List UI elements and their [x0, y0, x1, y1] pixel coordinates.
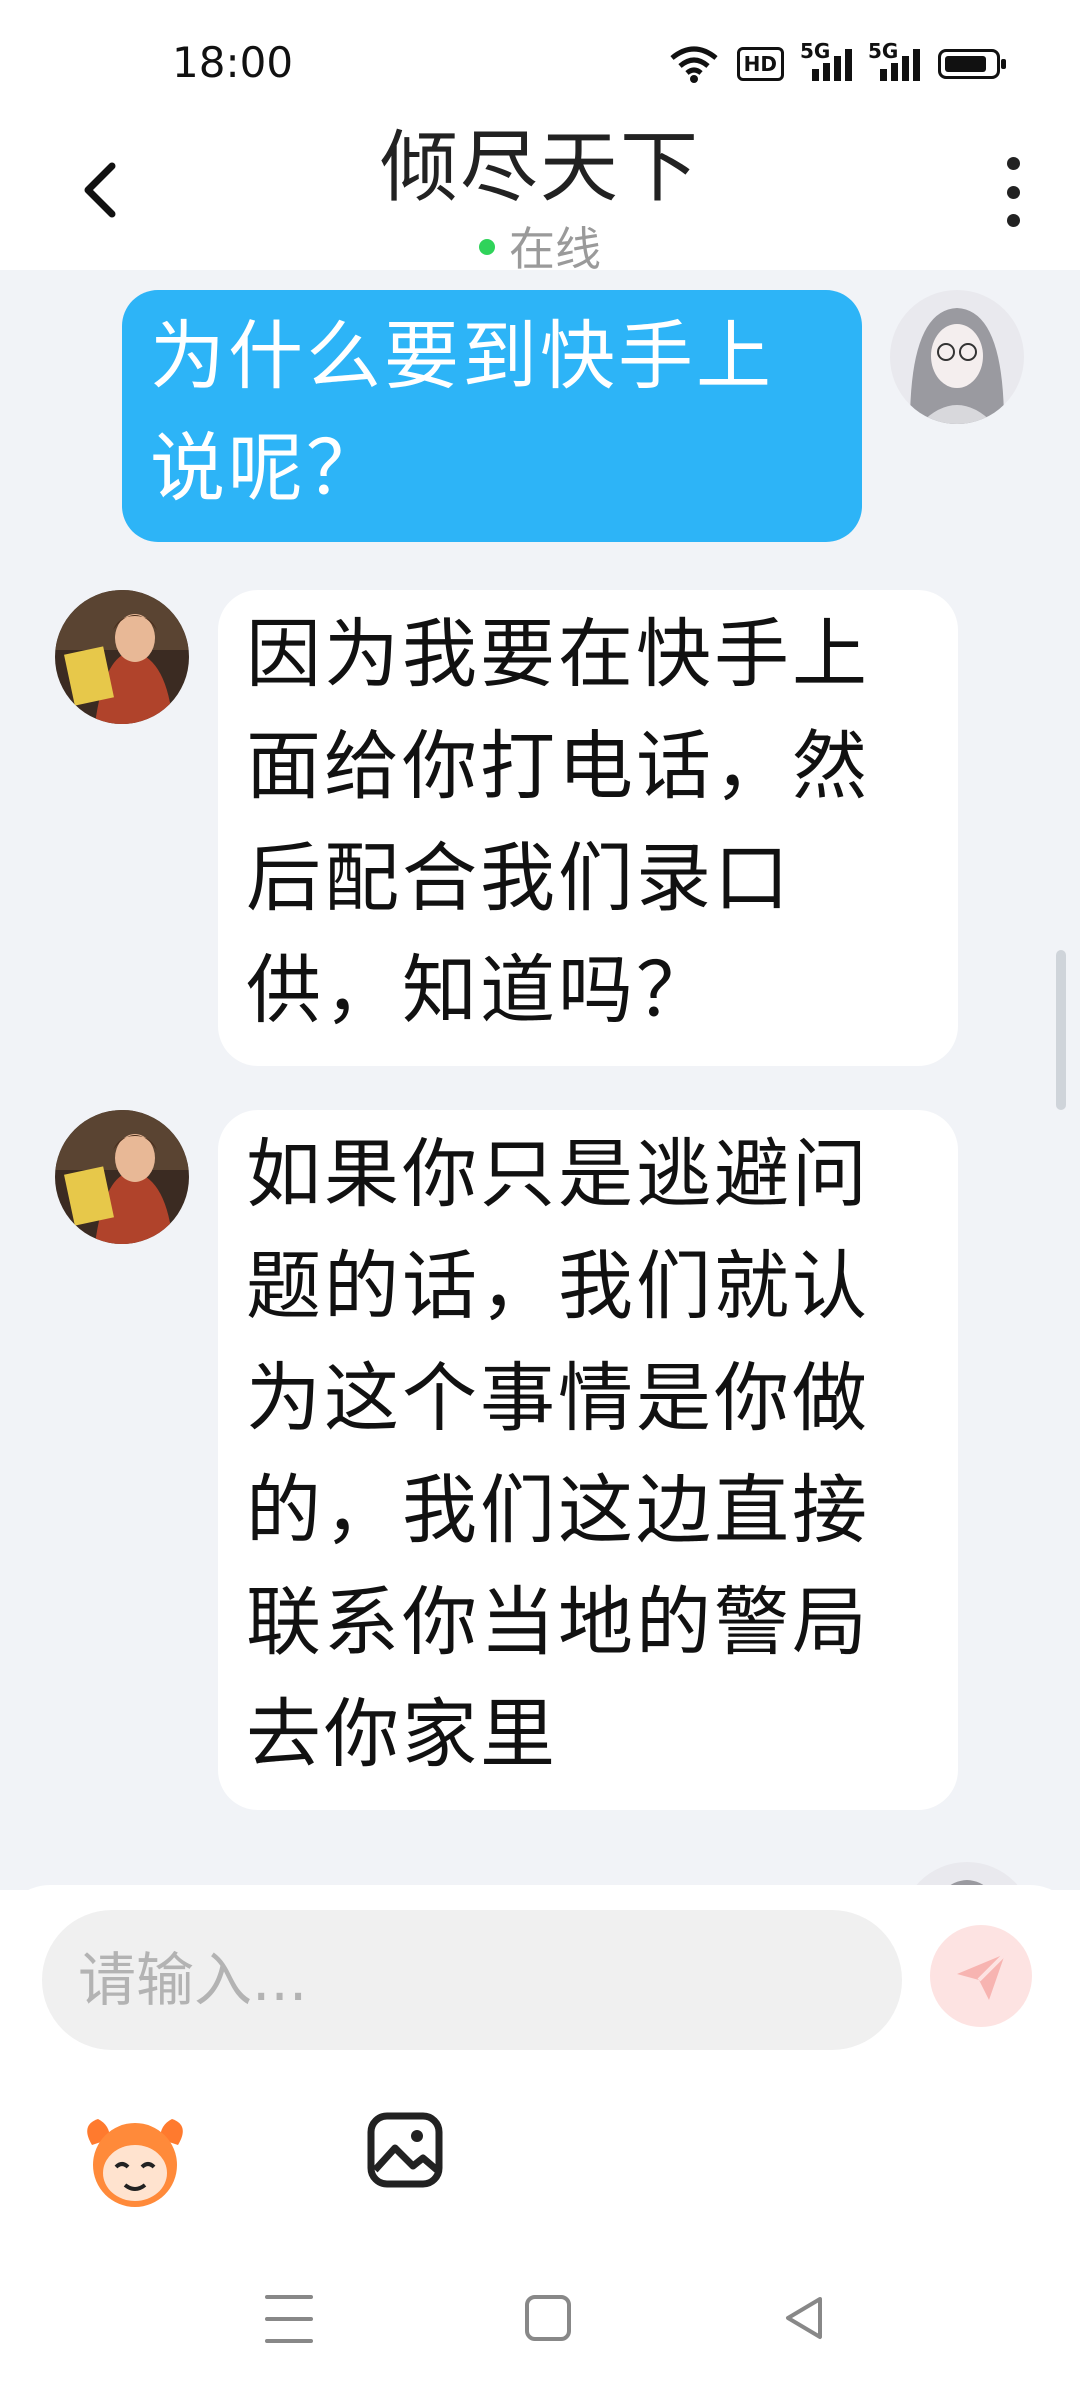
emoji-button[interactable] [80, 2105, 190, 2215]
more-options-button[interactable] [998, 157, 1028, 227]
signal-5g-icon: 5G [868, 39, 920, 81]
message-bubble[interactable]: 如果你只是逃避问 题的话，我们就认 为这个事情是你做 的，我们这边直接 联系你当… [218, 1110, 958, 1810]
message-composer [0, 1885, 1080, 2245]
signal-5g-icon: 5G [800, 39, 852, 81]
message-bubble[interactable]: 为什么要到快手上 说呢？ [122, 290, 862, 542]
emoji-mascot-icon [87, 2119, 183, 2207]
chat-header: 倾尽天下 在线 [0, 95, 1080, 276]
scrollbar[interactable] [1056, 950, 1066, 1110]
my-avatar[interactable] [890, 290, 1024, 424]
back-triangle-icon[interactable] [780, 2293, 830, 2343]
status-time: 18:00 [172, 38, 294, 87]
status-icons: HD 5G 5G [669, 39, 1006, 84]
message-bubble[interactable]: 因为我要在快手上 面给你打电话，然 后配合我们录口 供，知道吗？ [218, 590, 958, 1066]
send-button[interactable] [930, 1925, 1032, 2027]
menu-icon[interactable] [265, 2295, 313, 2343]
contact-avatar[interactable] [55, 590, 189, 724]
image-button[interactable] [365, 2110, 445, 2190]
presence-label: 在线 [509, 222, 601, 276]
home-icon[interactable] [525, 2295, 571, 2341]
contact-name: 倾尽天下 [379, 123, 700, 213]
contact-avatar[interactable] [55, 1110, 189, 1244]
online-dot-icon [479, 238, 495, 255]
battery-icon [938, 49, 1006, 79]
wifi-icon [670, 46, 718, 83]
message-input[interactable] [42, 1910, 902, 2050]
chat-area[interactable]: 为什么要到快手上 说呢？ 因为我要在快手上 面给你打电话，然 后配合我们录口 供… [0, 270, 1080, 1890]
hd-icon: HD [736, 47, 784, 81]
image-icon [367, 2112, 443, 2188]
send-icon [957, 1952, 1007, 2000]
system-nav-bar [0, 2245, 1080, 2400]
